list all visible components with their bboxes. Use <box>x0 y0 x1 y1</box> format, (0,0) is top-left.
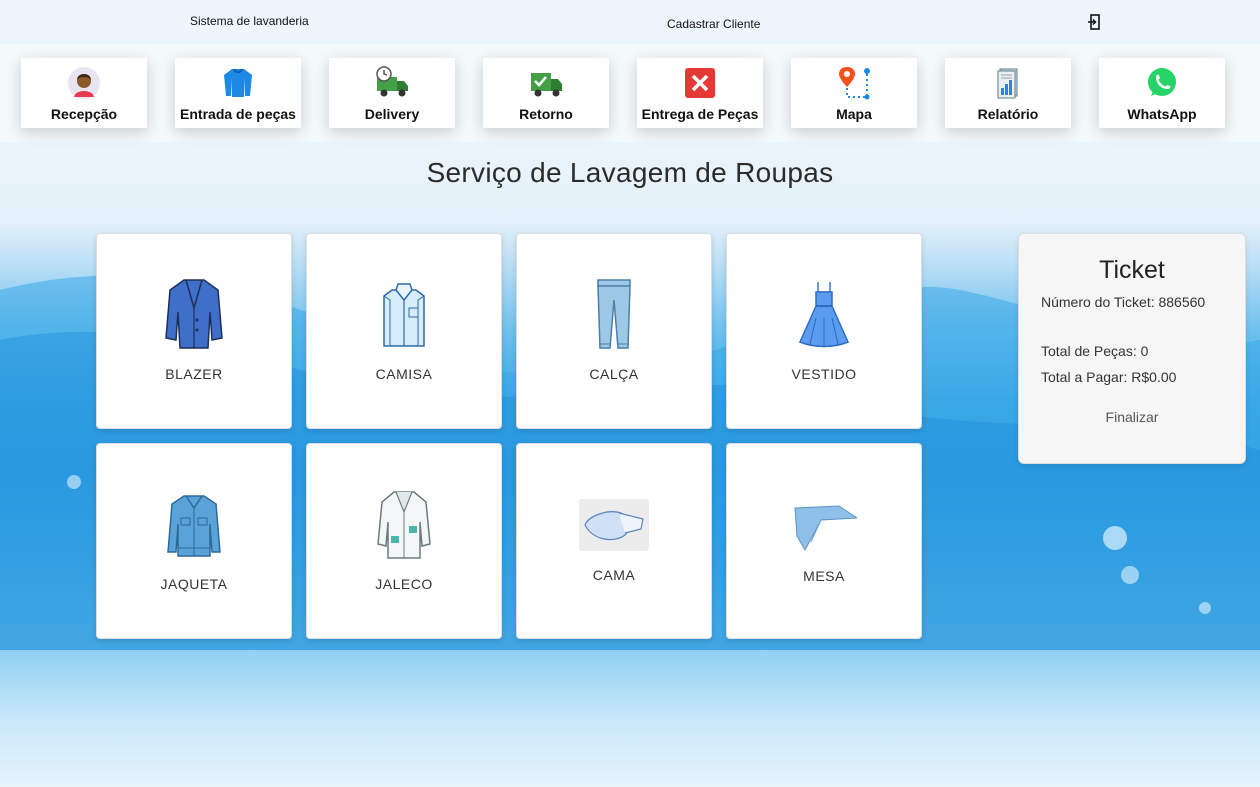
brand-title: Sistema de lavanderia <box>190 14 309 28</box>
user-avatar-icon <box>68 67 100 99</box>
nav-item-label: Entrega de Peças <box>641 106 759 122</box>
delivery-truck-clock-icon <box>376 66 408 97</box>
product-card-jaqueta[interactable]: JAQUETA <box>96 443 292 639</box>
ticket-total-pieces: Total de Peças: 0 <box>1041 343 1149 359</box>
product-card-jaleco[interactable]: JALECO <box>306 443 502 639</box>
nav-item-mapa[interactable]: Mapa <box>791 58 917 128</box>
lab-coat-icon <box>377 491 431 559</box>
red-x-icon <box>685 68 715 98</box>
product-card-camisa[interactable]: CAMISA <box>306 233 502 429</box>
product-label: MESA <box>803 568 845 584</box>
finalize-button[interactable]: Finalizar <box>1019 409 1245 425</box>
product-label: JALECO <box>375 576 433 592</box>
product-label: CAMISA <box>375 366 433 382</box>
product-label: VESTIDO <box>791 366 857 382</box>
nav-item-label: WhatsApp <box>1127 106 1197 122</box>
truck-check-icon <box>531 73 562 97</box>
nav-item-label: Relatório <box>977 106 1039 122</box>
nav-item-label: Delivery <box>364 106 420 122</box>
nav-item-entrega-de-pecas[interactable]: Entrega de Peças <box>637 58 763 128</box>
register-client-link[interactable]: Cadastrar Cliente <box>667 17 760 31</box>
bed-linen-icon <box>579 499 649 551</box>
nav-item-relatorio[interactable]: Relatório <box>945 58 1071 128</box>
nav-item-recepcao[interactable]: Recepção <box>21 58 147 128</box>
product-card-blazer[interactable]: BLAZER <box>96 233 292 429</box>
nav-item-label: Recepção <box>50 106 118 122</box>
jeans-icon <box>597 279 631 349</box>
denim-jacket-icon <box>167 495 221 557</box>
report-icon <box>997 68 1018 99</box>
nav-item-retorno[interactable]: Retorno <box>483 58 609 128</box>
ticket-panel: Ticket Número do Ticket: 886560 Total de… <box>1018 233 1246 464</box>
logout-icon[interactable] <box>1088 14 1102 30</box>
page-title: Serviço de Lavagem de Roupas <box>426 157 834 188</box>
ticket-title: Ticket <box>1099 256 1165 284</box>
nav-item-label: Entrada de peças <box>180 106 296 122</box>
nav-item-whatsapp[interactable]: WhatsApp <box>1099 58 1225 128</box>
whatsapp-icon <box>1148 68 1176 96</box>
shirt-icon <box>383 283 425 347</box>
nav-item-label: Mapa <box>836 106 872 122</box>
product-card-calca[interactable]: CALÇA <box>516 233 712 429</box>
product-card-vestido[interactable]: VESTIDO <box>726 233 922 429</box>
sweater-icon <box>224 68 252 97</box>
tablecloth-icon <box>794 505 857 552</box>
nav-item-entrada-de-pecas[interactable]: Entrada de peças <box>175 58 301 128</box>
ticket-total-pay: Total a Pagar: R$0.00 <box>1041 369 1177 385</box>
nav-item-delivery[interactable]: Delivery <box>329 58 455 128</box>
blazer-icon <box>165 279 223 349</box>
dress-icon <box>799 282 849 348</box>
top-bar: Sistema de lavanderia Cadastrar Cliente <box>0 0 1260 44</box>
product-label: JAQUETA <box>160 576 228 592</box>
product-card-cama[interactable]: CAMA <box>516 443 712 639</box>
product-card-mesa[interactable]: MESA <box>726 443 922 639</box>
ticket-number: Número do Ticket: 886560 <box>1041 294 1206 310</box>
product-label: BLAZER <box>165 366 223 382</box>
nav-item-label: Retorno <box>519 106 573 122</box>
product-label: CAMA <box>592 567 636 583</box>
product-label: CALÇA <box>589 366 639 382</box>
map-pin-icon <box>839 67 870 100</box>
